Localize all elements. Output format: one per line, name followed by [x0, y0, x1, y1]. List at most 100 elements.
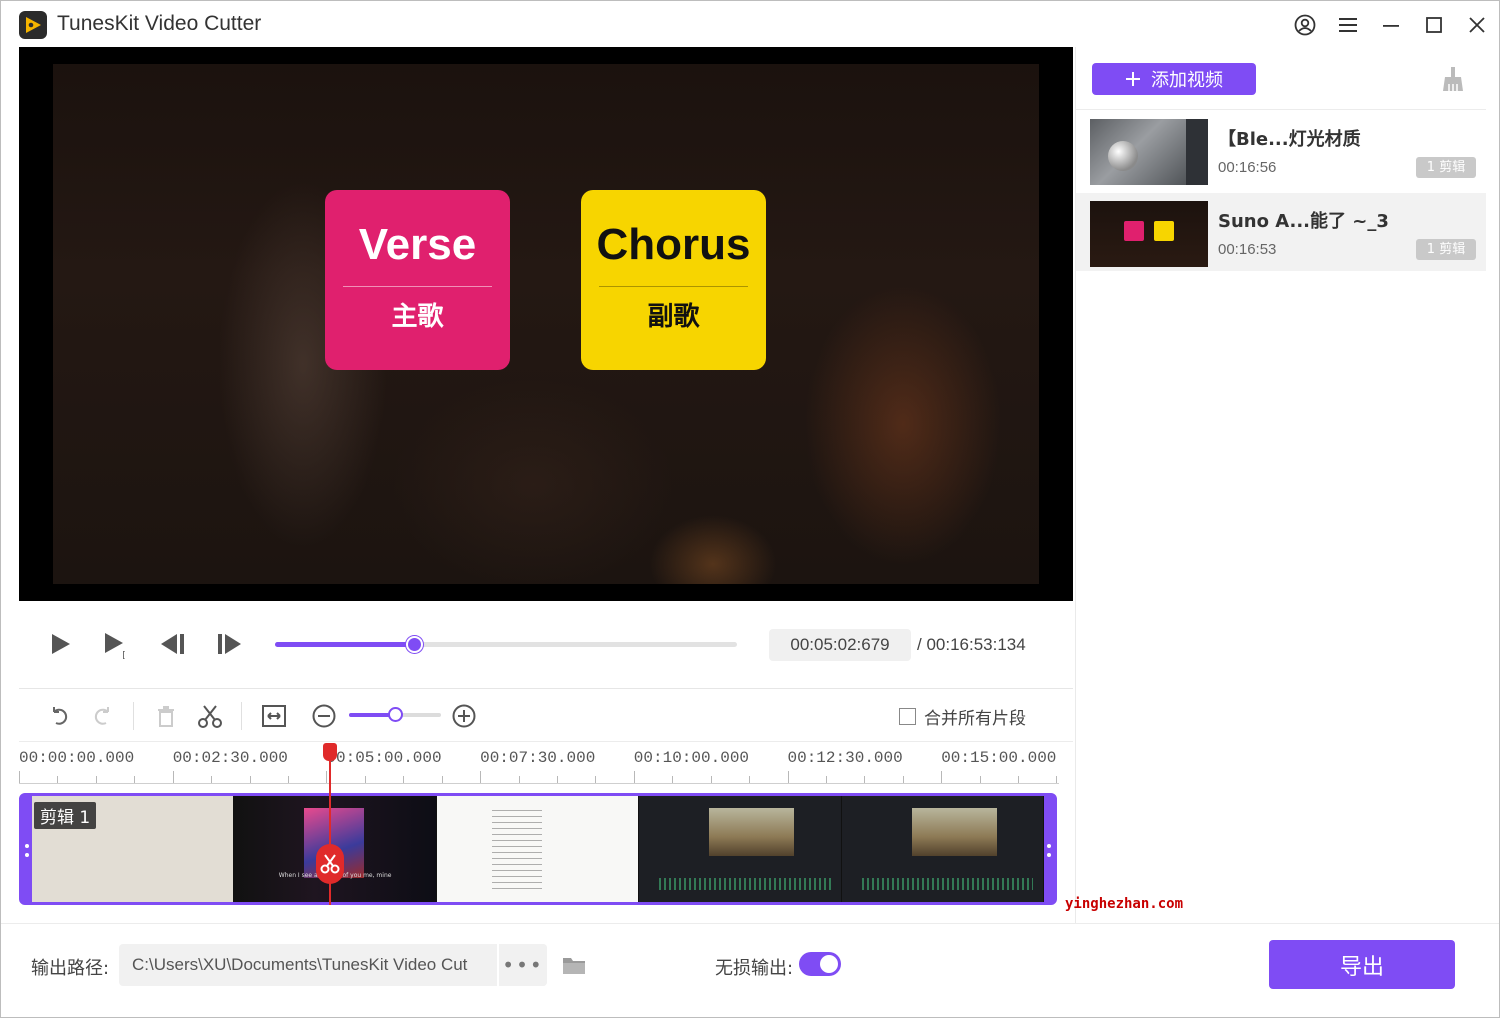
video-title: Suno A...能了 ~_3 — [1218, 211, 1389, 232]
app-title: TunesKit Video Cutter — [57, 12, 262, 35]
minimize-icon[interactable] — [1376, 11, 1406, 39]
card-divider — [599, 286, 748, 287]
toolbar-divider — [241, 702, 242, 730]
clip-count-badge: 1 剪辑 — [1416, 157, 1476, 178]
clip-thumbnail — [841, 796, 1045, 902]
playback-controls: [ ] 00:05:02:679 / 00:16:53:134 — [19, 601, 1073, 689]
ruler-tick — [979, 776, 981, 783]
menu-icon[interactable] — [1333, 11, 1363, 39]
ruler-tick — [249, 776, 251, 783]
progress-fill — [275, 642, 414, 647]
ruler-label: 00:00:00.000 — [19, 749, 135, 767]
lossless-label: 无损输出: — [715, 958, 794, 979]
zoom-in-icon[interactable] — [449, 702, 479, 730]
redo-icon[interactable] — [87, 702, 117, 730]
split-scissors-icon[interactable] — [316, 844, 344, 884]
ruler-tick — [211, 776, 213, 783]
clip-thumbnail — [436, 796, 640, 902]
zoom-out-icon[interactable] — [309, 702, 339, 730]
video-list-item-selected[interactable]: Suno A...能了 ~_3 00:16:53 1 剪辑 — [1076, 193, 1486, 271]
output-path-label: 输出路径: — [31, 958, 110, 979]
progress-thumb[interactable] — [405, 636, 423, 653]
verse-title: Verse — [358, 220, 477, 269]
maximize-icon[interactable] — [1419, 11, 1449, 39]
clip-track[interactable]: When I see a picture of you me, mine 剪辑 … — [19, 793, 1057, 905]
ruler-label: 00:05:00.000 — [326, 749, 442, 767]
scissors-icon[interactable] — [195, 702, 225, 730]
ruler-label: 00:07:30.000 — [480, 749, 596, 767]
play-segment-icon[interactable]: [ ] — [101, 629, 131, 659]
ruler-tick — [672, 776, 674, 783]
ruler-tick — [326, 771, 328, 783]
ruler-tick — [1056, 776, 1058, 783]
add-video-button[interactable]: 添加视频 — [1092, 63, 1256, 95]
thumbnail-photo — [911, 808, 997, 856]
chorus-card: Chorus 副歌 — [581, 190, 766, 370]
ruler-tick — [518, 776, 520, 783]
left-trim-handle[interactable] — [25, 853, 29, 857]
folder-icon[interactable] — [562, 954, 586, 976]
close-icon[interactable] — [1462, 11, 1492, 39]
merge-checkbox[interactable] — [899, 708, 916, 725]
next-frame-icon[interactable] — [214, 629, 244, 659]
video-duration: 00:16:53 — [1218, 241, 1277, 258]
play-icon[interactable] — [45, 629, 75, 659]
ruler-tick — [825, 776, 827, 783]
zoom-slider[interactable] — [349, 707, 441, 722]
ruler-label: 00:02:30.000 — [172, 749, 288, 767]
undo-icon[interactable] — [45, 702, 75, 730]
output-bar: 输出路径: ••• 无损输出: 导出 — [1, 923, 1499, 1017]
timeline-ruler[interactable]: 00:00:00.000 00:02:30.000 00:05:00.000 00:0… — [19, 743, 1059, 787]
ruler-tick — [134, 776, 136, 783]
thumbnail-waveform — [861, 878, 1034, 890]
ruler-tick — [480, 771, 482, 783]
merge-label: 合并所有片段 — [924, 709, 1026, 729]
ruler-tick — [633, 771, 635, 783]
browse-more-button[interactable]: ••• — [497, 944, 547, 986]
ruler-tick — [441, 776, 443, 783]
svg-text:[ ]: [ ] — [121, 651, 131, 659]
right-trim-handle[interactable] — [1047, 853, 1051, 857]
video-list-item[interactable]: 【Ble...灯光材质 00:16:56 1 剪辑 — [1076, 111, 1486, 189]
ruler-tick — [749, 776, 751, 783]
video-list-panel: 添加视频 【Ble...灯光材质 00:16:56 1 剪辑 Suno A...… — [1075, 47, 1486, 923]
playhead-handle[interactable] — [323, 743, 337, 761]
ruler-tick — [364, 776, 366, 783]
ruler-tick — [710, 776, 712, 783]
clip-frames: When I see a picture of you me, mine — [32, 796, 1045, 902]
broom-icon[interactable] — [1440, 65, 1466, 93]
current-time-field[interactable]: 00:05:02:679 — [769, 629, 911, 661]
lossless-toggle[interactable] — [799, 952, 841, 976]
thumbnail-yellow-card — [1154, 221, 1174, 241]
right-trim-handle[interactable] — [1047, 844, 1051, 848]
ruler-baseline — [19, 783, 1059, 784]
ruler-tick — [172, 771, 174, 783]
timeline-toolbar: 合并所有片段 — [19, 690, 1073, 742]
title-bar: TunesKit Video Cutter — [1, 1, 1499, 47]
video-title: 【Ble...灯光材质 — [1218, 129, 1361, 150]
video-preview[interactable]: Verse 主歌 Chorus 副歌 — [19, 47, 1073, 601]
zoom-thumb[interactable] — [388, 707, 403, 722]
output-path-field[interactable] — [119, 944, 547, 986]
thumbnail-pink-card — [1124, 221, 1144, 241]
ruler-label: 00:10:00.000 — [633, 749, 750, 767]
ruler-tick — [403, 776, 405, 783]
thumbnail-waveform — [659, 878, 831, 890]
video-thumbnail — [1090, 119, 1208, 185]
chorus-title: Chorus — [596, 220, 751, 269]
toggle-knob — [820, 955, 838, 973]
verse-card: Verse 主歌 — [325, 190, 510, 370]
ruler-tick — [595, 776, 597, 783]
progress-slider[interactable] — [275, 636, 737, 653]
fit-icon[interactable] — [259, 702, 289, 730]
merge-option[interactable]: 合并所有片段 — [899, 704, 1026, 729]
video-frame — [53, 64, 1039, 584]
left-trim-handle[interactable] — [25, 844, 29, 848]
delete-icon[interactable] — [151, 702, 181, 730]
account-icon[interactable] — [1290, 11, 1320, 39]
chorus-subtitle: 副歌 — [647, 302, 700, 332]
thumbnail-sphere — [1108, 141, 1138, 171]
ruler-tick — [95, 776, 97, 783]
export-button[interactable]: 导出 — [1269, 940, 1455, 989]
prev-frame-icon[interactable] — [158, 629, 188, 659]
